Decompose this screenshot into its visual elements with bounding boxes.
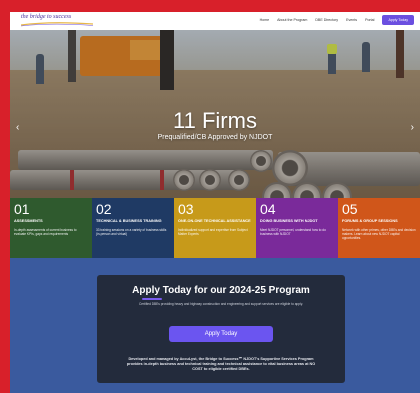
slider-prev-icon[interactable]: ‹ xyxy=(16,122,19,133)
card-number: 01 xyxy=(14,201,30,217)
card-number: 03 xyxy=(178,201,194,217)
card-technical-assistance[interactable]: 03 ONE-ON-ONE TECHNICAL ASSISTANCE Indiv… xyxy=(174,198,256,258)
card-title: ASSESSMENTS xyxy=(14,219,43,223)
card-forums[interactable]: 05 FORUMS & GROUP SESSIONS Network with … xyxy=(338,198,420,258)
nav-about[interactable]: About the Program xyxy=(277,18,307,22)
card-number: 05 xyxy=(342,201,358,217)
card-doing-business[interactable]: 04 DOING BUSINESS WITH NJDOT Meet NJDOT … xyxy=(256,198,338,258)
services-cards: 01 ASSESSMENTS In-depth assessments of c… xyxy=(10,198,420,258)
apply-section: Apply Today for our 2024-25 Program Cert… xyxy=(97,275,345,383)
hero-title: 11 Firms xyxy=(173,108,257,133)
card-description: Meet NJDOT personnel, understand how to … xyxy=(260,228,326,237)
card-title: TECHNICAL & BUSINESS TRAINING xyxy=(96,219,162,223)
card-training[interactable]: 02 TECHNICAL & BUSINESS TRAINING 33 trai… xyxy=(92,198,174,258)
slider-next-icon[interactable]: › xyxy=(411,122,414,133)
apply-today-button[interactable]: Apply Today xyxy=(169,326,273,342)
card-number: 02 xyxy=(96,201,112,217)
apply-description: Certified DBEs providing heavy and highw… xyxy=(138,302,303,306)
nav-dbe-directory[interactable]: DBE Directory xyxy=(315,18,338,22)
nav-portal[interactable]: Portal xyxy=(365,18,374,22)
hero-slider: 11 Firms Prequalified/CB Approved by NJD… xyxy=(10,30,420,208)
apply-footer-text: Developed and managed by AccuLyst, the B… xyxy=(126,357,316,371)
logo[interactable]: the bridge to success xyxy=(21,14,93,28)
card-description: In-depth assessments of current business… xyxy=(14,228,77,237)
card-description: Network with other primes, other DBEs an… xyxy=(342,228,416,241)
logo-swoosh-icon xyxy=(21,22,93,27)
apply-today-nav-button[interactable]: Apply Today xyxy=(382,15,414,25)
card-title: FORUMS & GROUP SESSIONS xyxy=(342,219,398,223)
hero-subtitle: Prequalified/CB Approved by NJDOT xyxy=(157,134,273,141)
card-title: DOING BUSINESS WITH NJDOT xyxy=(260,219,318,223)
page-frame: the bridge to success Home About the Pro… xyxy=(10,12,420,393)
logo-text: the bridge to success xyxy=(21,14,72,20)
card-title: ONE-ON-ONE TECHNICAL ASSISTANCE xyxy=(178,219,251,223)
card-description: 33 training sessions on a variety of bus… xyxy=(96,228,167,237)
apply-title: Apply Today for our 2024-25 Program xyxy=(132,285,310,296)
site-header: the bridge to success Home About the Pro… xyxy=(10,12,420,30)
nav-events[interactable]: Events xyxy=(346,18,357,22)
main-nav: Home About the Program DBE Directory Eve… xyxy=(260,15,414,25)
apply-title-underline xyxy=(142,298,162,300)
card-assessments[interactable]: 01 ASSESSMENTS In-depth assessments of c… xyxy=(10,198,92,258)
nav-home[interactable]: Home xyxy=(260,18,270,22)
card-number: 04 xyxy=(260,201,276,217)
card-description: Individualized support and expertise fro… xyxy=(178,228,248,237)
